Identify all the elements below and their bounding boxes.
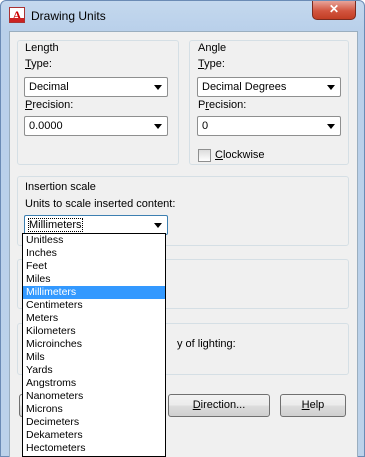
chevron-down-icon (154, 223, 162, 228)
angle-precision-label: Precision: (198, 99, 247, 111)
chevron-down-icon (154, 85, 162, 90)
angle-type-select[interactable]: Decimal Degrees (197, 77, 341, 97)
dropdown-option[interactable]: Hectometers (23, 442, 165, 455)
chevron-down-icon (327, 124, 335, 129)
length-precision-value: 0.0000 (29, 120, 63, 132)
dropdown-option[interactable]: Nanometers (23, 390, 165, 403)
dropdown-option[interactable]: Inches (23, 247, 165, 260)
angle-type-value: Decimal Degrees (202, 81, 287, 93)
close-button[interactable]: ✕ (312, 1, 356, 20)
dropdown-option[interactable]: Feet (23, 260, 165, 273)
chevron-down-icon (154, 124, 162, 129)
length-precision-label: Precision: (25, 99, 74, 111)
dropdown-option[interactable]: Miles (23, 273, 165, 286)
insertion-units-select[interactable]: Millimeters (24, 215, 168, 235)
units-to-scale-label: Units to scale inserted content: (25, 198, 176, 210)
dropdown-option[interactable]: Unitless (23, 234, 165, 247)
dropdown-option[interactable]: Meters (23, 312, 165, 325)
dropdown-option[interactable]: Angstroms (23, 377, 165, 390)
dropdown-option[interactable]: Microns (23, 403, 165, 416)
clockwise-checkbox[interactable] (198, 149, 211, 162)
chevron-down-icon (327, 85, 335, 90)
dropdown-option[interactable]: Millimeters (23, 286, 165, 299)
window-title: Drawing Units (31, 9, 106, 23)
angle-precision-select[interactable]: 0 (197, 116, 341, 136)
insertion-units-value: Millimeters (28, 218, 83, 232)
length-precision-select[interactable]: 0.0000 (24, 116, 168, 136)
help-button[interactable]: Help (280, 394, 346, 417)
angle-group-label: Angle (198, 42, 227, 54)
insertion-scale-group-label: Insertion scale (25, 181, 96, 193)
dropdown-option[interactable]: Microinches (23, 338, 165, 351)
autocad-app-icon: A (9, 7, 25, 23)
length-type-label: Type: (25, 58, 52, 70)
lighting-label: y of lighting: (177, 338, 236, 350)
dropdown-option[interactable]: Mils (23, 351, 165, 364)
dropdown-option[interactable]: Kilometers (23, 325, 165, 338)
length-type-value: Decimal (29, 81, 69, 93)
angle-precision-value: 0 (202, 120, 209, 132)
dropdown-option[interactable]: Centimeters (23, 299, 165, 312)
direction-button[interactable]: Direction... (168, 394, 270, 417)
angle-type-label: Type: (198, 58, 225, 70)
length-type-select[interactable]: Decimal (24, 77, 168, 97)
length-group-label: Length (25, 42, 59, 54)
dropdown-option[interactable]: Yards (23, 364, 165, 377)
dropdown-option[interactable]: Dekameters (23, 429, 165, 442)
title-bar[interactable]: A Drawing Units ✕ (1, 1, 364, 31)
dropdown-option[interactable]: Decimeters (23, 416, 165, 429)
clockwise-label[interactable]: Clockwise (215, 149, 265, 161)
insertion-units-dropdown-list[interactable]: Unitless Inches Feet Miles Millimeters Centim… (22, 233, 166, 457)
